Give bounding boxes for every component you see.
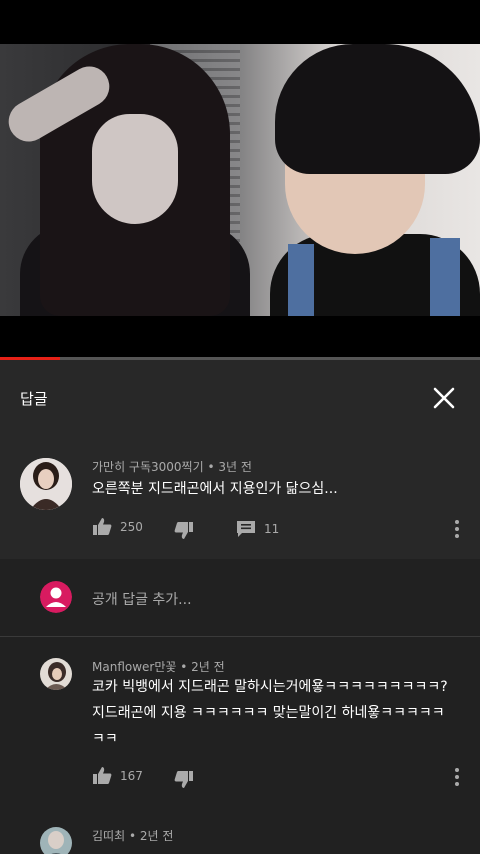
like-button[interactable]: 250 — [92, 517, 143, 537]
thumbs-down-icon — [174, 522, 193, 539]
reply-count: 11 — [264, 522, 280, 536]
replies-panel: 답글 가만히 구독3000찍기 • 3년 전 오른쪽분 지드래곤에서 지용인가 … — [0, 360, 480, 854]
avatar[interactable] — [40, 658, 72, 690]
panel-header: 답글 — [0, 360, 480, 438]
more-vert-icon — [455, 768, 459, 786]
parent-comment: 가만히 구독3000찍기 • 3년 전 오른쪽분 지드래곤에서 지용인가 닮으심… — [0, 438, 480, 559]
comment-text: 코카 빅뱅에서 지드래곤 말하시는거에욯ㅋㅋㅋㅋㅋㅋㅋㅋㅋ? 지드래곤에 지용 … — [92, 679, 448, 747]
user-avatar — [40, 581, 72, 613]
comment-time: 3년 전 — [218, 460, 252, 474]
more-options-button[interactable] — [451, 767, 463, 787]
panel-title: 답글 — [20, 390, 48, 408]
avatar[interactable] — [40, 827, 72, 854]
video-player[interactable] — [0, 0, 480, 360]
comment-time: 2년 전 — [139, 829, 174, 843]
comment-time: 2년 전 — [191, 660, 225, 674]
like-count: 250 — [120, 520, 143, 534]
add-reply-input[interactable]: 공개 답글 추가... — [92, 589, 192, 609]
more-options-button[interactable] — [451, 519, 463, 539]
more-vert-icon — [455, 520, 459, 538]
reply-button[interactable]: 11 — [236, 519, 279, 539]
dislike-button[interactable] — [174, 769, 194, 789]
close-icon[interactable] — [428, 382, 460, 414]
comment-author[interactable]: Manflower만꽃 — [92, 660, 176, 674]
video-frame[interactable] — [0, 44, 480, 316]
thumbs-up-icon — [93, 767, 112, 784]
comment-text: 오른쪽분 지드래곤에서 지용인가 닮으심... — [92, 481, 338, 497]
like-count: 167 — [120, 769, 143, 783]
avatar[interactable] — [20, 458, 72, 510]
dislike-button[interactable] — [174, 520, 194, 540]
thumbs-down-icon — [174, 771, 193, 788]
comment-author[interactable]: 김띠최 — [92, 829, 125, 843]
thumbs-up-icon — [93, 518, 112, 535]
comment-icon — [237, 521, 255, 537]
user-icon — [40, 581, 72, 613]
like-button[interactable]: 167 — [92, 766, 143, 786]
comment-author[interactable]: 가만히 구독3000찍기 — [92, 460, 204, 474]
add-reply-row[interactable]: 공개 답글 추가... — [0, 559, 480, 637]
close-button[interactable] — [428, 382, 460, 414]
